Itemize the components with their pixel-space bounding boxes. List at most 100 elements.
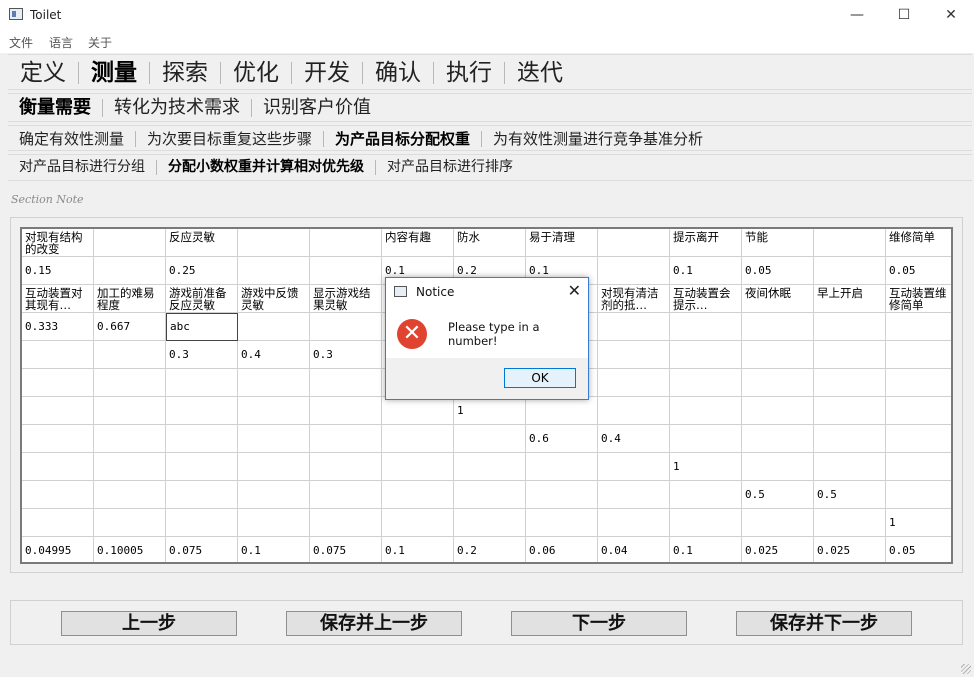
table-cell[interactable] xyxy=(742,369,814,397)
nav3-tab[interactable]: 为有效性测量进行竞争基准分析 xyxy=(482,131,714,147)
table-cell[interactable] xyxy=(814,425,886,453)
table-cell[interactable]: 易于清理 xyxy=(526,229,598,257)
table-cell[interactable] xyxy=(94,425,166,453)
table-cell[interactable] xyxy=(886,369,951,397)
table-cell[interactable] xyxy=(94,341,166,369)
table-cell[interactable] xyxy=(670,425,742,453)
table-cell[interactable] xyxy=(22,481,94,509)
table-cell[interactable] xyxy=(22,341,94,369)
table-cell[interactable] xyxy=(526,453,598,481)
table-cell[interactable] xyxy=(598,509,670,537)
table-cell[interactable]: 对现有清洁剂的抵… xyxy=(598,285,670,313)
nav1-tab[interactable]: 执行 xyxy=(434,61,505,84)
table-cell[interactable] xyxy=(310,509,382,537)
table-cell[interactable]: 0.667 xyxy=(94,313,166,341)
table-cell[interactable]: 对现有结构的改变 xyxy=(22,229,94,257)
table-cell[interactable] xyxy=(166,453,238,481)
table-cell[interactable] xyxy=(382,425,454,453)
table-cell[interactable] xyxy=(310,257,382,285)
table-cell[interactable] xyxy=(886,453,951,481)
table-cell[interactable] xyxy=(22,509,94,537)
table-cell[interactable]: 节能 xyxy=(742,229,814,257)
nav4-tab[interactable]: 对产品目标进行分组 xyxy=(8,159,157,175)
table-cell[interactable] xyxy=(238,481,310,509)
table-cell[interactable] xyxy=(166,425,238,453)
table-cell[interactable]: 0.025 xyxy=(742,537,814,562)
table-cell[interactable]: 0.075 xyxy=(310,537,382,562)
table-cell[interactable]: 提示离开 xyxy=(670,229,742,257)
table-cell[interactable] xyxy=(886,313,951,341)
table-cell[interactable]: 0.025 xyxy=(814,537,886,562)
table-cell[interactable] xyxy=(742,397,814,425)
table-cell[interactable]: 0.3 xyxy=(310,341,382,369)
table-cell[interactable] xyxy=(382,509,454,537)
table-cell[interactable]: 加工的难易程度 xyxy=(94,285,166,313)
table-cell[interactable]: 0.2 xyxy=(454,537,526,562)
dialog-close-button[interactable]: ✕ xyxy=(568,281,581,300)
table-cell[interactable] xyxy=(598,481,670,509)
save-next-button[interactable]: 保存并下一步 xyxy=(736,611,912,636)
nav2-tab[interactable]: 识别客户价值 xyxy=(252,99,382,117)
table-cell[interactable]: 0.1 xyxy=(670,257,742,285)
table-cell[interactable] xyxy=(238,313,310,341)
table-cell[interactable]: 0.25 xyxy=(166,257,238,285)
table-cell[interactable]: 0.05 xyxy=(886,537,951,562)
table-cell[interactable] xyxy=(310,425,382,453)
table-cell[interactable]: 游戏中反馈灵敏 xyxy=(238,285,310,313)
menu-language[interactable]: 语言 xyxy=(49,34,73,51)
table-cell[interactable]: 0.5 xyxy=(814,481,886,509)
table-cell[interactable] xyxy=(454,509,526,537)
nav1-tab[interactable]: 测量 xyxy=(79,61,150,84)
table-cell[interactable] xyxy=(814,509,886,537)
table-cell[interactable] xyxy=(598,257,670,285)
table-cell[interactable]: 显示游戏结果灵敏 xyxy=(310,285,382,313)
table-cell[interactable] xyxy=(886,397,951,425)
nav4-tab[interactable]: 对产品目标进行排序 xyxy=(376,159,524,175)
table-cell[interactable]: 内容有趣 xyxy=(382,229,454,257)
ok-button[interactable]: OK xyxy=(504,368,576,388)
nav4-tab[interactable]: 分配小数权重并计算相对优先级 xyxy=(157,159,376,175)
table-cell[interactable] xyxy=(310,229,382,257)
table-cell[interactable] xyxy=(598,341,670,369)
table-cell[interactable]: 0.333 xyxy=(22,313,94,341)
table-cell[interactable] xyxy=(94,229,166,257)
table-cell[interactable] xyxy=(886,341,951,369)
table-cell[interactable] xyxy=(886,425,951,453)
table-cell[interactable]: 0.15 xyxy=(22,257,94,285)
table-cell[interactable] xyxy=(94,481,166,509)
table-cell[interactable] xyxy=(382,397,454,425)
table-cell[interactable] xyxy=(814,229,886,257)
table-cell[interactable]: 0.6 xyxy=(526,425,598,453)
table-cell[interactable] xyxy=(742,341,814,369)
nav2-tab[interactable]: 转化为技术需求 xyxy=(103,99,252,117)
table-cell[interactable] xyxy=(670,509,742,537)
nav3-tab[interactable]: 为次要目标重复这些步骤 xyxy=(136,130,325,147)
table-cell[interactable]: abc xyxy=(166,313,238,341)
table-cell[interactable] xyxy=(382,453,454,481)
table-cell[interactable]: 互动装置会提示… xyxy=(670,285,742,313)
nav1-tab[interactable]: 探索 xyxy=(150,61,221,84)
table-cell[interactable] xyxy=(22,425,94,453)
table-cell[interactable] xyxy=(238,229,310,257)
maximize-button[interactable]: ☐ xyxy=(881,0,927,31)
table-cell[interactable] xyxy=(454,453,526,481)
table-cell[interactable] xyxy=(382,481,454,509)
table-cell[interactable]: 互动装置对其现有… xyxy=(22,285,94,313)
table-cell[interactable] xyxy=(814,341,886,369)
table-cell[interactable] xyxy=(238,369,310,397)
table-cell[interactable]: 夜间休眠 xyxy=(742,285,814,313)
table-cell[interactable]: 0.05 xyxy=(742,257,814,285)
table-cell[interactable] xyxy=(166,509,238,537)
next-button[interactable]: 下一步 xyxy=(511,611,687,636)
nav3-tab[interactable]: 确定有效性测量 xyxy=(8,130,137,147)
table-cell[interactable] xyxy=(814,397,886,425)
table-cell[interactable]: 0.10005 xyxy=(94,537,166,562)
nav1-tab[interactable]: 定义 xyxy=(8,61,79,84)
table-cell[interactable] xyxy=(670,481,742,509)
table-cell[interactable] xyxy=(526,397,598,425)
table-cell[interactable] xyxy=(886,481,951,509)
table-cell[interactable]: 游戏前准备反应灵敏 xyxy=(166,285,238,313)
table-cell[interactable]: 0.06 xyxy=(526,537,598,562)
table-cell[interactable] xyxy=(166,369,238,397)
table-cell[interactable] xyxy=(310,313,382,341)
